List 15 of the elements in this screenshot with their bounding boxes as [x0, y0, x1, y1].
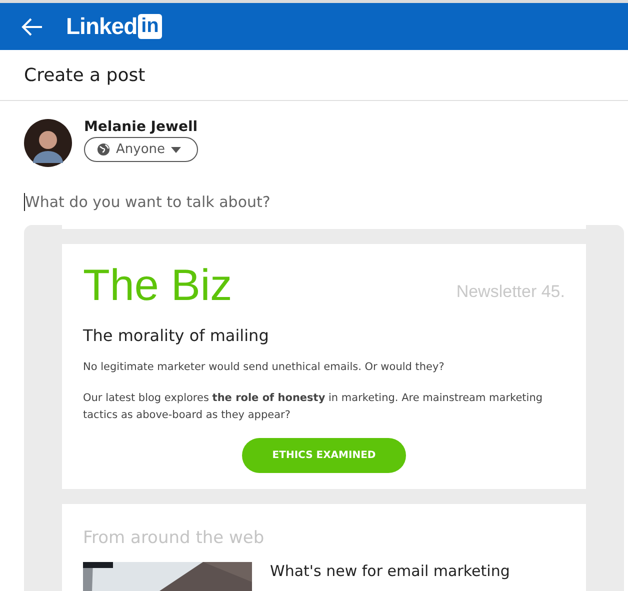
back-arrow-icon[interactable]	[20, 16, 44, 36]
globe-icon	[97, 143, 110, 156]
body-paragraph: No legitimate marketer would send unethical emails. Or would they?	[83, 360, 446, 375]
avatar	[24, 119, 72, 167]
audience-dropdown[interactable]: Anyone	[84, 137, 198, 162]
caret-icon	[171, 146, 182, 152]
brand-title: The Biz	[83, 264, 232, 308]
author-name: Melanie Jewell	[84, 119, 198, 135]
section-heading: From around the web	[83, 528, 266, 548]
newsletter-headline: The morality of mailing	[83, 326, 270, 345]
page-title: Create a post	[0, 50, 628, 101]
logo-wordmark: Linked	[66, 13, 138, 40]
article-title: What's new for email marketing	[270, 562, 510, 582]
body-paragraph: Our latest blog explores the role of honesty in marketing. Are mainstream marketing tactics as above-board as they appear?	[83, 391, 544, 423]
logo-badge: in	[138, 14, 162, 39]
